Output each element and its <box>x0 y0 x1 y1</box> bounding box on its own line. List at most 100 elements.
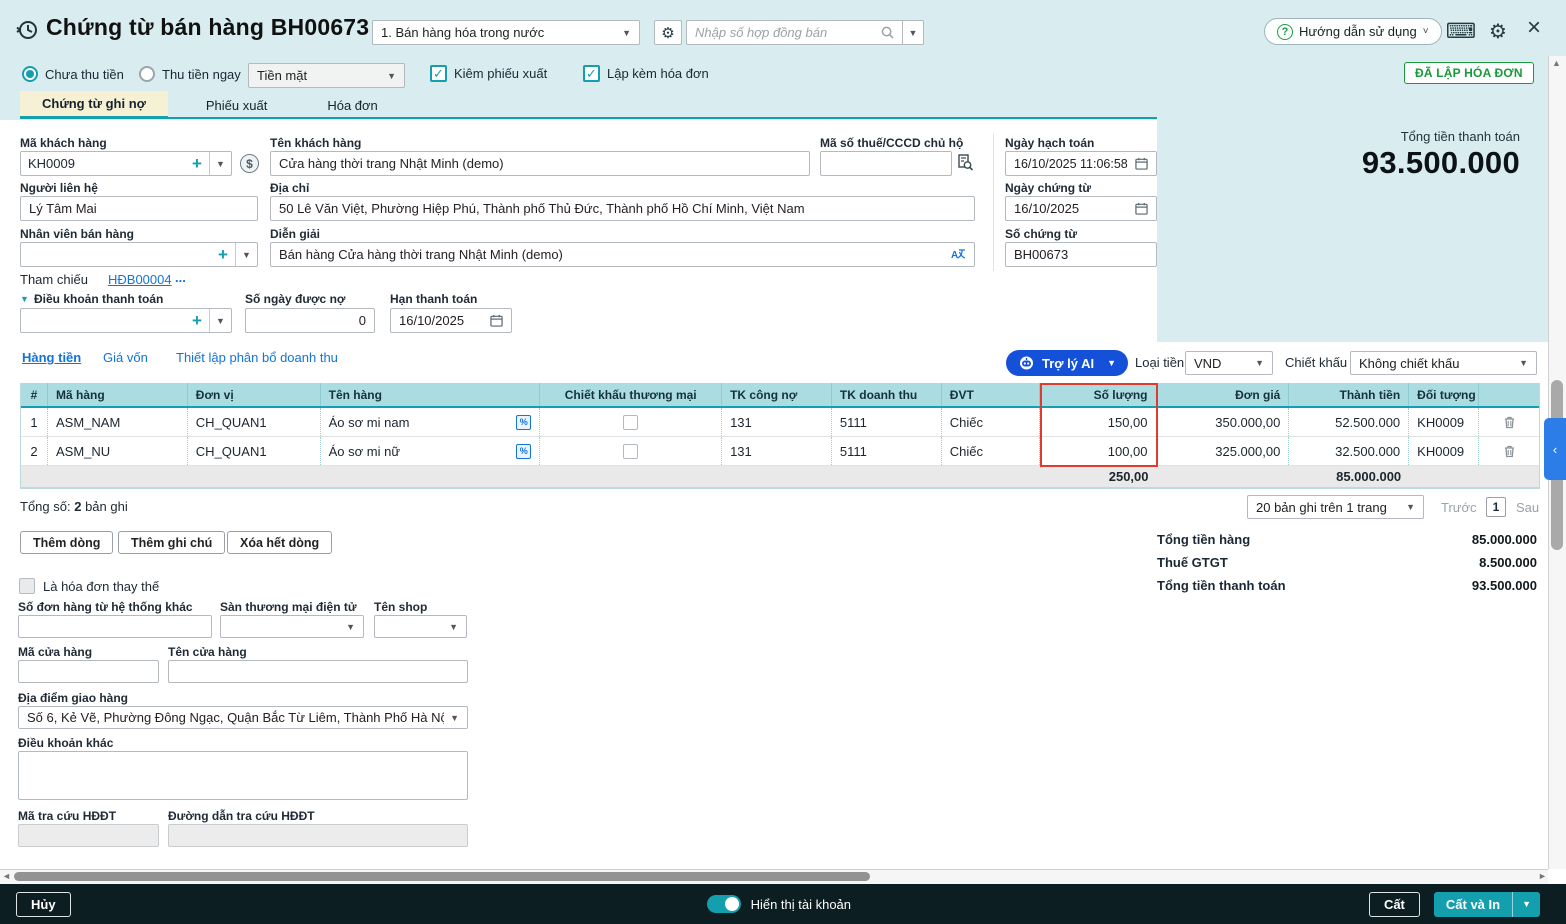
trash-icon[interactable] <box>1503 415 1516 429</box>
reference-more-link[interactable]: ... <box>175 270 186 285</box>
table-row[interactable]: 2 ASM_NU CH_QUAN1 Áo sơ mi nữ % 131 5111… <box>21 437 1539 466</box>
checkbox-unchecked-icon[interactable] <box>623 415 638 430</box>
calendar-icon[interactable] <box>1135 202 1148 215</box>
page-number[interactable]: 1 <box>1486 497 1506 517</box>
chevron-down-icon[interactable]: ▼ <box>209 309 231 332</box>
prev-page-button[interactable]: Trước <box>1441 500 1477 515</box>
keyboard-shortcuts-icon[interactable]: ⌨ <box>1448 18 1474 44</box>
next-page-button[interactable]: Sau <box>1516 500 1539 515</box>
contract-search-box[interactable] <box>686 20 902 45</box>
tab-export-slip[interactable]: Phiếu xuất <box>184 91 289 119</box>
col-tk-doanh-thu[interactable]: TK doanh thu <box>832 383 942 406</box>
receivable-account-cell[interactable]: 131 <box>722 437 832 465</box>
trade-discount-cell[interactable] <box>540 437 722 465</box>
col-tk-cong-no[interactable]: TK công nợ <box>722 383 832 406</box>
save-options-dropdown[interactable]: ▼ <box>1512 892 1540 917</box>
item-code-cell[interactable]: ASM_NAM <box>48 408 188 436</box>
calendar-icon[interactable] <box>1135 157 1148 170</box>
debt-days-field[interactable]: 0 <box>245 308 375 333</box>
customer-code-field[interactable]: KH0009 + ▼ <box>20 151 232 176</box>
settings-gear-icon[interactable]: ⚙ <box>1485 18 1511 44</box>
amount-cell[interactable]: 32.500.000 <box>1289 437 1409 465</box>
delivery-select[interactable]: Số 6, Kẻ Vẽ, Phường Đông Ngạc, Quận Bắc … <box>18 706 468 729</box>
payment-term-field[interactable]: + ▼ <box>20 308 232 333</box>
other-terms-textarea[interactable] <box>18 751 468 800</box>
translate-icon[interactable]: A <box>950 247 966 262</box>
amount-cell[interactable]: 52.500.000 <box>1289 408 1409 436</box>
scroll-up-arrow-icon[interactable]: ▲ <box>1552 58 1561 68</box>
quantity-cell[interactable]: 100,00 <box>1040 437 1157 465</box>
scroll-right-arrow-icon[interactable]: ► <box>1538 871 1547 881</box>
unit-cell[interactable]: CH_QUAN1 <box>188 408 321 436</box>
add-icon[interactable]: + <box>211 245 235 265</box>
cancel-button[interactable]: Hủy <box>16 892 71 917</box>
uom-cell[interactable]: Chiếc <box>942 437 1040 465</box>
add-icon[interactable]: + <box>185 154 209 174</box>
sales-staff-field[interactable]: + ▼ <box>20 242 258 267</box>
currency-dollar-icon[interactable]: $ <box>240 154 259 173</box>
doc-date-field[interactable]: 16/10/2025 <box>1005 196 1157 221</box>
checkbox-export-slip[interactable]: ✓ Kiêm phiếu xuất <box>430 65 547 82</box>
shop-name-select[interactable]: ▼ <box>374 615 467 638</box>
percent-doc-icon[interactable]: % <box>516 415 531 430</box>
quantity-cell[interactable]: 150,00 <box>1040 408 1157 436</box>
revenue-account-cell[interactable]: 5111 <box>832 408 942 436</box>
calendar-icon[interactable] <box>490 314 503 327</box>
ai-assistant-button[interactable]: Trợ lý AI ▼ <box>1006 350 1128 376</box>
col-stt[interactable]: # <box>21 383 48 406</box>
description-field[interactable]: Bán hàng Cửa hàng thời trang Nhật Minh (… <box>270 242 975 267</box>
add-row-button[interactable]: Thêm dòng <box>20 531 113 554</box>
currency-select[interactable]: VND ▼ <box>1185 351 1273 375</box>
contract-search-dropdown-button[interactable]: ▼ <box>902 20 924 45</box>
item-code-cell[interactable]: ASM_NU <box>48 437 188 465</box>
customer-name-field[interactable]: Cửa hàng thời trang Nhật Minh (demo) <box>270 151 810 176</box>
item-name-cell[interactable]: Áo sơ mi nữ % <box>321 437 541 465</box>
contract-search-input[interactable] <box>695 21 877 44</box>
due-date-field[interactable]: 16/10/2025 <box>390 308 512 333</box>
checkbox-unchecked-icon[interactable] <box>623 444 638 459</box>
help-button[interactable]: ? Hướng dẫn sử dụng ˅ <box>1264 18 1442 45</box>
contract-settings-button[interactable]: ⚙ <box>654 20 682 45</box>
add-icon[interactable]: + <box>185 311 209 331</box>
unit-price-cell[interactable]: 325.000,00 <box>1157 437 1290 465</box>
chevron-down-icon[interactable]: ▼ <box>235 243 257 266</box>
unit-price-cell[interactable]: 350.000,00 <box>1157 408 1290 436</box>
save-button[interactable]: Cất <box>1369 892 1420 917</box>
ecommerce-select[interactable]: ▼ <box>220 615 364 638</box>
detail-tab-cost[interactable]: Giá vốn <box>103 350 148 365</box>
col-doi-tuong[interactable]: Đối tượng <box>1409 383 1479 406</box>
show-accounts-toggle[interactable] <box>707 895 741 913</box>
tab-invoice[interactable]: Hóa đơn <box>305 91 399 119</box>
item-name-cell[interactable]: Áo sơ mi nam % <box>321 408 541 436</box>
col-dvt[interactable]: ĐVT <box>942 383 1040 406</box>
collapse-caret-icon[interactable]: ▼ <box>20 294 29 304</box>
col-so-luong[interactable]: Số lượng <box>1040 383 1157 406</box>
col-chiet-khau[interactable]: Chiết khấu thương mại <box>540 383 722 406</box>
col-don-vi[interactable]: Đơn vị <box>188 383 321 406</box>
horizontal-scrollbar-thumb[interactable] <box>14 872 870 881</box>
trash-icon[interactable] <box>1503 444 1516 458</box>
page-size-select[interactable]: 20 bản ghi trên 1 trang ▼ <box>1247 495 1424 519</box>
unit-cell[interactable]: CH_QUAN1 <box>188 437 321 465</box>
table-row[interactable]: 1 ASM_NAM CH_QUAN1 Áo sơ mi nam % 131 51… <box>21 408 1539 437</box>
payment-method-select[interactable]: Tiền mặt ▼ <box>248 63 405 88</box>
clear-rows-button[interactable]: Xóa hết dòng <box>227 531 332 554</box>
replace-invoice-checkbox[interactable]: Là hóa đơn thay thế <box>19 578 159 594</box>
doc-type-select[interactable]: 1. Bán hàng hóa trong nước ▼ <box>372 20 640 45</box>
reference-link[interactable]: HĐB00004 <box>108 272 172 287</box>
uom-cell[interactable]: Chiếc <box>942 408 1040 436</box>
chevron-down-icon[interactable]: ▼ <box>209 152 231 175</box>
history-icon[interactable] <box>14 17 40 43</box>
object-cell[interactable]: KH0009 <box>1409 408 1479 436</box>
radio-collect-now[interactable]: Thu tiền ngay <box>139 66 241 82</box>
detail-tab-goods[interactable]: Hàng tiền <box>22 350 81 365</box>
receivable-account-cell[interactable]: 131 <box>722 408 832 436</box>
col-don-gia[interactable]: Đơn giá <box>1157 383 1290 406</box>
radio-not-collected[interactable]: Chưa thu tiền <box>22 66 124 82</box>
address-field[interactable]: 50 Lê Văn Việt, Phường Hiệp Phú, Thành p… <box>270 196 975 221</box>
object-cell[interactable]: KH0009 <box>1409 437 1479 465</box>
col-ma-hang[interactable]: Mã hàng <box>48 383 188 406</box>
detail-tab-revenue[interactable]: Thiết lập phân bổ doanh thu <box>176 350 338 365</box>
posting-date-field[interactable]: 16/10/2025 11:06:58 <box>1005 151 1157 176</box>
collapse-panel-chevron[interactable]: ‹ <box>1544 418 1566 480</box>
